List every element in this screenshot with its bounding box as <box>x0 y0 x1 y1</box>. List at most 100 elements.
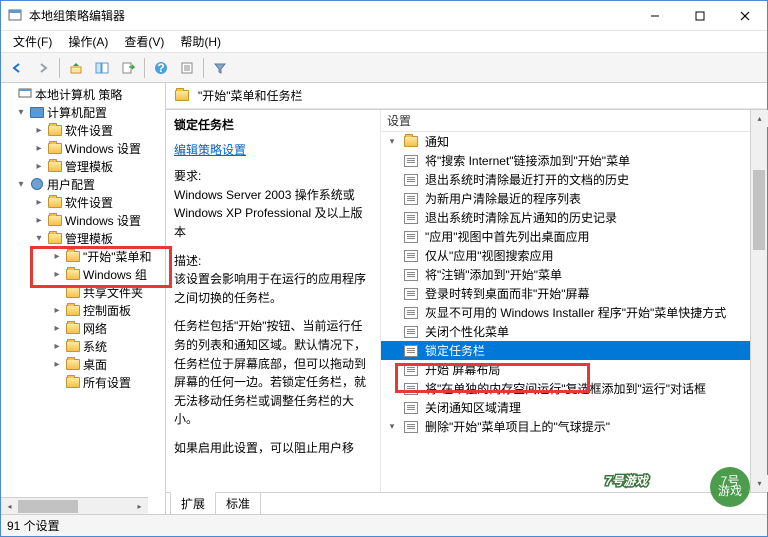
menu-file[interactable]: 文件(F) <box>5 31 60 52</box>
tree-label: 管理模板 <box>65 230 113 247</box>
tree-control-panel[interactable]: ▸控制面板 <box>3 301 163 319</box>
list-item[interactable]: ▾通知 <box>381 132 767 151</box>
list-item[interactable]: 将"注销"添加到"开始"菜单 <box>381 265 767 284</box>
list-item[interactable]: 退出系统时清除最近打开的文档的历史 <box>381 170 767 189</box>
list-item-label: 关闭通知区域清理 <box>425 399 521 416</box>
policy-icon <box>403 344 419 358</box>
tree-label: 计算机配置 <box>47 104 107 121</box>
titlebar: 本地组策略编辑器 <box>1 1 767 31</box>
policy-icon <box>403 420 419 434</box>
settings-list[interactable]: ▾通知将"搜索 Internet"链接添加到"开始"菜单退出系统时清除最近打开的… <box>381 132 767 492</box>
description-p1: 该设置会影响用于在运行的应用程序之间切换的任务栏。 <box>174 270 372 307</box>
tree-label: 软件设置 <box>65 194 113 211</box>
tree-label: 网络 <box>83 320 107 337</box>
list-item[interactable]: ▾删除"开始"菜单项目上的"气球提示" <box>381 417 767 436</box>
description-p3: 如果启用此设置，可以阻止用户移 <box>174 439 372 458</box>
tree-cc-admin[interactable]: ▸管理模板 <box>3 157 163 175</box>
close-button[interactable] <box>722 1 767 30</box>
statusbar: 91 个设置 <box>1 514 767 536</box>
back-button[interactable] <box>5 56 29 80</box>
tree-desktop[interactable]: ▸桌面 <box>3 355 163 373</box>
detail-path-title: "开始"菜单和任务栏 <box>198 87 303 104</box>
list-item-label: 退出系统时清除瓦片通知的历史记录 <box>425 209 617 226</box>
menu-action[interactable]: 操作(A) <box>60 31 116 52</box>
tree-label: 控制面板 <box>83 302 131 319</box>
export-button[interactable] <box>116 56 140 80</box>
settings-column-header[interactable]: 设置 <box>381 110 767 132</box>
requirements-label: 要求: <box>174 167 372 186</box>
list-item[interactable]: 登录时转到桌面而非"开始"屏幕 <box>381 284 767 303</box>
toolbar: ? <box>1 53 767 83</box>
tree-label: Windows 组 <box>83 266 147 283</box>
list-item-label: 锁定任务栏 <box>425 342 485 359</box>
tree-computer-config[interactable]: ▾计算机配置 <box>3 103 163 121</box>
tree-uc-software[interactable]: ▸软件设置 <box>3 193 163 211</box>
help-button[interactable]: ? <box>149 56 173 80</box>
app-icon <box>7 8 23 24</box>
policy-icon <box>403 268 419 282</box>
policy-icon <box>403 230 419 244</box>
window-title: 本地组策略编辑器 <box>29 7 632 24</box>
tree-root[interactable]: 本地计算机 策略 <box>3 85 163 103</box>
list-item[interactable]: 锁定任务栏 <box>381 341 767 360</box>
edit-policy-link[interactable]: 编辑策略设置 <box>174 143 246 157</box>
tree-uc-admin[interactable]: ▾管理模板 <box>3 229 163 247</box>
settings-scrollbar-v[interactable]: ▴ ▾ <box>750 110 767 492</box>
tree-cc-windows[interactable]: ▸Windows 设置 <box>3 139 163 157</box>
tree-shared-folders[interactable]: 共享文件夹 <box>3 283 163 301</box>
policy-icon <box>403 249 419 263</box>
tree-label: 桌面 <box>83 356 107 373</box>
menu-view[interactable]: 查看(V) <box>116 31 172 52</box>
description-pane: 锁定任务栏 编辑策略设置 要求: Windows Server 2003 操作系… <box>166 110 381 492</box>
tree-label: 管理模板 <box>65 158 113 175</box>
list-item[interactable]: 退出系统时清除瓦片通知的历史记录 <box>381 208 767 227</box>
tree-scrollbar-h[interactable]: ◂ ▸ <box>1 497 148 514</box>
list-item[interactable]: 灰显不可用的 Windows Installer 程序"开始"菜单快捷方式 <box>381 303 767 322</box>
tree-user-config[interactable]: ▾用户配置 <box>3 175 163 193</box>
tree-uc-windows[interactable]: ▸Windows 设置 <box>3 211 163 229</box>
menu-help[interactable]: 帮助(H) <box>172 31 229 52</box>
tree-label: 所有设置 <box>83 374 131 391</box>
list-item-label: 退出系统时清除最近打开的文档的历史 <box>425 171 629 188</box>
list-item[interactable]: 开始 屏幕布局 <box>381 360 767 379</box>
chevron-icon: ▾ <box>387 421 397 432</box>
maximize-button[interactable] <box>677 1 722 30</box>
chevron-icon: ▾ <box>387 136 397 147</box>
list-item-label: 将"搜索 Internet"链接添加到"开始"菜单 <box>425 152 630 169</box>
tree-label: Windows 设置 <box>65 140 141 157</box>
list-item[interactable]: "应用"视图中首先列出桌面应用 <box>381 227 767 246</box>
list-item[interactable]: 关闭通知区域清理 <box>381 398 767 417</box>
list-item[interactable]: 关闭个性化菜单 <box>381 322 767 341</box>
up-level-button[interactable] <box>64 56 88 80</box>
forward-button[interactable] <box>31 56 55 80</box>
tree-all-settings[interactable]: 所有设置 <box>3 373 163 391</box>
policy-icon <box>403 173 419 187</box>
list-item-label: 登录时转到桌面而非"开始"屏幕 <box>425 285 590 302</box>
policy-icon <box>403 287 419 301</box>
tree-cc-software[interactable]: ▸软件设置 <box>3 121 163 139</box>
description-label: 描述: <box>174 252 372 271</box>
policy-icon <box>403 401 419 415</box>
list-item[interactable]: 将"搜索 Internet"链接添加到"开始"菜单 <box>381 151 767 170</box>
list-item-label: 关闭个性化菜单 <box>425 323 509 340</box>
filter-button[interactable] <box>208 56 232 80</box>
tree-start-menu[interactable]: ▸"开始"菜单和 <box>3 247 163 265</box>
list-item[interactable]: 仅从"应用"视图搜索应用 <box>381 246 767 265</box>
policy-icon <box>403 211 419 225</box>
tree-label: 系统 <box>83 338 107 355</box>
minimize-button[interactable] <box>632 1 677 30</box>
tab-standard[interactable]: 标准 <box>215 493 261 515</box>
list-item-label: "应用"视图中首先列出桌面应用 <box>425 228 590 245</box>
properties-button[interactable] <box>175 56 199 80</box>
tree-label: Windows 设置 <box>65 212 141 229</box>
show-hide-tree-button[interactable] <box>90 56 114 80</box>
list-item[interactable]: 将"在单独的内存空间运行"复选框添加到"运行"对话框 <box>381 379 767 398</box>
list-item[interactable]: 为新用户清除最近的程序列表 <box>381 189 767 208</box>
settings-pane: 设置 ▾通知将"搜索 Internet"链接添加到"开始"菜单退出系统时清除最近… <box>381 110 767 492</box>
tree-pane[interactable]: 本地计算机 策略 ▾计算机配置 ▸软件设置 ▸Windows 设置 ▸管理模板 … <box>1 83 166 514</box>
tree-system[interactable]: ▸系统 <box>3 337 163 355</box>
tab-extended[interactable]: 扩展 <box>170 492 216 515</box>
tree-windows-components[interactable]: ▸Windows 组 <box>3 265 163 283</box>
tree-network[interactable]: ▸网络 <box>3 319 163 337</box>
policy-icon <box>403 363 419 377</box>
